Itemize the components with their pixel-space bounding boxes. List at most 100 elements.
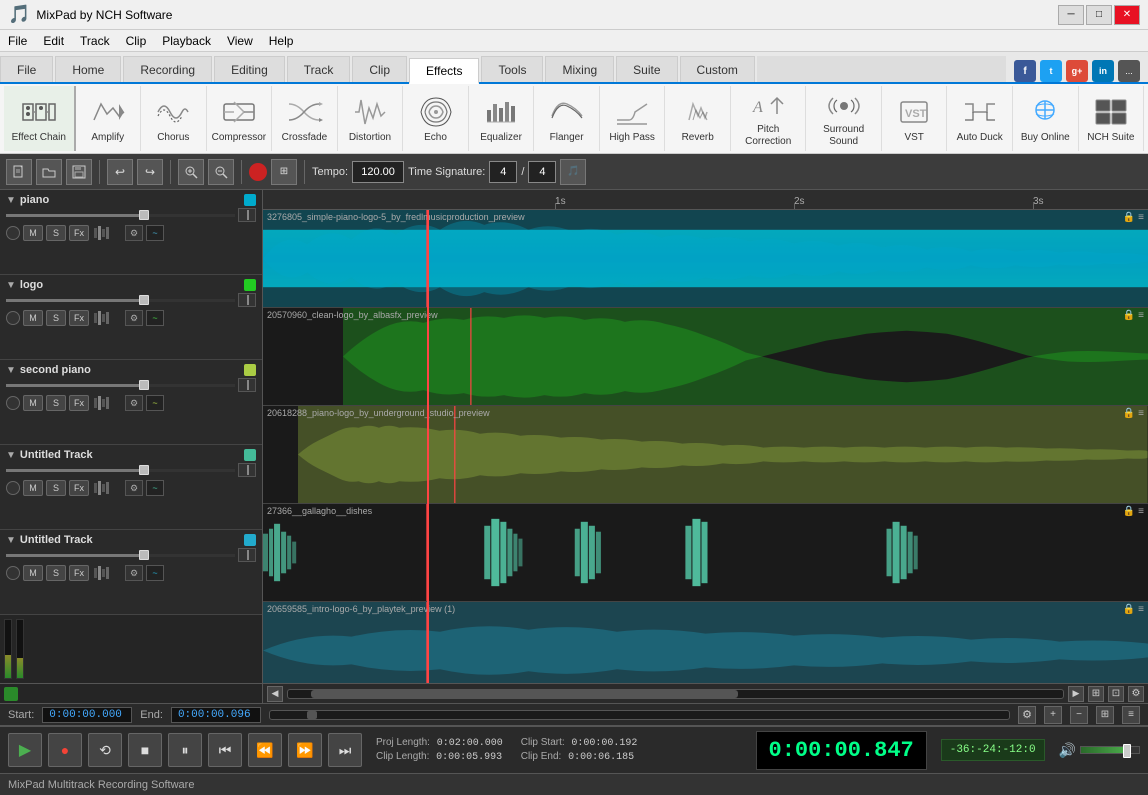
volume-handle-piano[interactable] [139, 210, 149, 220]
reverb-button[interactable]: Reverb [665, 86, 731, 151]
pan-slider-second-piano[interactable] [238, 378, 256, 392]
volume-slider-untitled-2[interactable] [6, 554, 235, 557]
mute-button-piano[interactable]: M [23, 225, 43, 241]
track-waveform-logo[interactable]: 20570960_clean-logo_by_albasfx_preview [263, 308, 1148, 406]
tab-custom[interactable]: Custom [680, 56, 755, 82]
open-button[interactable] [36, 159, 62, 185]
menu-icon-logo[interactable]: ≡ [1138, 310, 1144, 321]
fx-button-piano[interactable]: Fx [69, 225, 89, 241]
menu-icon-untitled-1[interactable]: ≡ [1138, 506, 1144, 517]
play-button[interactable]: ▶ [8, 733, 42, 767]
solo-button-logo[interactable]: S [46, 310, 66, 326]
volume-slider-untitled-1[interactable] [6, 469, 235, 472]
volume-handle-untitled-1[interactable] [139, 465, 149, 475]
vst-button[interactable]: VST VST [882, 86, 948, 151]
track-waveform-second-piano[interactable]: 20618288_piano-logo_by_underground_studi… [263, 406, 1148, 504]
volume-slider-second-piano[interactable] [6, 384, 235, 387]
buy-online-button[interactable]: Buy Online [1013, 86, 1079, 151]
waveform-button-untitled-2[interactable]: ~ [146, 565, 164, 581]
master-volume-slider[interactable] [1080, 746, 1140, 754]
record-arm-untitled-2[interactable] [6, 566, 20, 580]
undo-button[interactable]: ↩ [107, 159, 133, 185]
zoom-controls-button[interactable]: ⊡ [1108, 686, 1124, 702]
chorus-button[interactable]: Chorus [141, 86, 207, 151]
lock-icon-logo[interactable]: 🔒 [1123, 310, 1135, 321]
menu-clip[interactable]: Clip [118, 30, 155, 51]
tab-recording[interactable]: Recording [123, 56, 212, 82]
master-volume-handle[interactable] [1123, 744, 1131, 758]
start-value[interactable]: 0:00:00.000 [42, 707, 132, 723]
volume-slider-piano[interactable] [6, 214, 235, 217]
mute-button-untitled-1[interactable]: M [23, 480, 43, 496]
fx-button-untitled-2[interactable]: Fx [69, 565, 89, 581]
record-arm-untitled-1[interactable] [6, 481, 20, 495]
mute-button-logo[interactable]: M [23, 310, 43, 326]
tab-editing[interactable]: Editing [214, 56, 285, 82]
volume-handle-logo[interactable] [139, 295, 149, 305]
close-button[interactable]: ✕ [1114, 5, 1140, 25]
social-twitter[interactable]: t [1040, 60, 1062, 82]
record-arm-second-piano[interactable] [6, 396, 20, 410]
solo-button-untitled-2[interactable]: S [46, 565, 66, 581]
end-value[interactable]: 0:00:00.096 [171, 707, 261, 723]
distortion-button[interactable]: Distortion [338, 86, 404, 151]
menu-playback[interactable]: Playback [154, 30, 219, 51]
scroll-track[interactable] [287, 689, 1064, 699]
pan-slider-untitled-1[interactable] [238, 463, 256, 477]
tab-file[interactable]: File [0, 56, 53, 82]
menu-icon-second-piano[interactable]: ≡ [1138, 408, 1144, 419]
flanger-button[interactable]: Flanger [534, 86, 600, 151]
pitch-correction-button[interactable]: A Pitch Correction [731, 86, 806, 151]
zoom-in-button[interactable] [178, 159, 204, 185]
scroll-right-button[interactable]: ▶ [1068, 686, 1084, 702]
redo-button[interactable]: ↪ [137, 159, 163, 185]
high-pass-button[interactable]: High Pass [600, 86, 666, 151]
surround-sound-button[interactable]: Surround Sound [806, 86, 881, 151]
maximize-button[interactable]: □ [1086, 5, 1112, 25]
settings-button-second-piano[interactable]: ⚙ [125, 395, 143, 411]
mute-button-untitled-2[interactable]: M [23, 565, 43, 581]
next-marker-button[interactable]: ⏭ [328, 733, 362, 767]
amplify-button[interactable]: Amplify [76, 86, 142, 151]
menu-view[interactable]: View [219, 30, 261, 51]
effect-chain-button[interactable]: Effect Chain [4, 86, 76, 151]
social-other[interactable]: ... [1118, 60, 1140, 82]
settings-button-untitled-1[interactable]: ⚙ [125, 480, 143, 496]
waveform-button-second-piano[interactable]: ~ [146, 395, 164, 411]
tab-home[interactable]: Home [55, 56, 121, 82]
solo-button-untitled-1[interactable]: S [46, 480, 66, 496]
lock-icon-second-piano[interactable]: 🔒 [1123, 408, 1135, 419]
waveform-button-piano[interactable]: ~ [146, 225, 164, 241]
record-arm-piano[interactable] [6, 226, 20, 240]
loop-button[interactable]: ⟲ [88, 733, 122, 767]
collapse-logo[interactable]: ▼ [6, 280, 16, 291]
scroll-left-button[interactable]: ◀ [267, 686, 283, 702]
collapse-piano[interactable]: ▼ [6, 195, 16, 206]
record-status-indicator[interactable] [249, 163, 267, 181]
menu-icon-untitled-2[interactable]: ≡ [1138, 604, 1144, 615]
menu-file[interactable]: File [0, 30, 35, 51]
fx-button-untitled-1[interactable]: Fx [69, 480, 89, 496]
zoom-out-button[interactable] [208, 159, 234, 185]
volume-icon[interactable]: 🔊 [1059, 742, 1076, 759]
settings-button-piano[interactable]: ⚙ [125, 225, 143, 241]
fx-button-second-piano[interactable]: Fx [69, 395, 89, 411]
social-linkedin[interactable]: in [1092, 60, 1114, 82]
record-arm-logo[interactable] [6, 311, 20, 325]
pan-slider-logo[interactable] [238, 293, 256, 307]
track-waveform-untitled-2[interactable]: 20659585_intro-logo-6_by_playtek_preview… [263, 602, 1148, 683]
tempo-input[interactable] [352, 161, 404, 183]
scroll-settings-button[interactable]: ⚙ [1128, 686, 1144, 702]
nch-suite-button[interactable]: NCH Suite [1079, 86, 1145, 151]
settings-button-untitled-2[interactable]: ⚙ [125, 565, 143, 581]
position-settings-button[interactable]: ⚙ [1018, 706, 1036, 724]
position-zoom-menu-button[interactable]: ≡ [1122, 706, 1140, 724]
collapse-untitled-2[interactable]: ▼ [6, 535, 16, 546]
track-waveform-untitled-1[interactable]: 27366__gallagho__dishes [263, 504, 1148, 602]
crossfade-button[interactable]: Crossfade [272, 86, 338, 151]
position-zoom-fit-button[interactable]: ⊞ [1096, 706, 1114, 724]
waveform-button-untitled-1[interactable]: ~ [146, 480, 164, 496]
metronome-button[interactable]: 🎵 [560, 159, 586, 185]
prev-marker-button[interactable]: ⏮ [208, 733, 242, 767]
lock-icon-untitled-2[interactable]: 🔒 [1123, 604, 1135, 615]
